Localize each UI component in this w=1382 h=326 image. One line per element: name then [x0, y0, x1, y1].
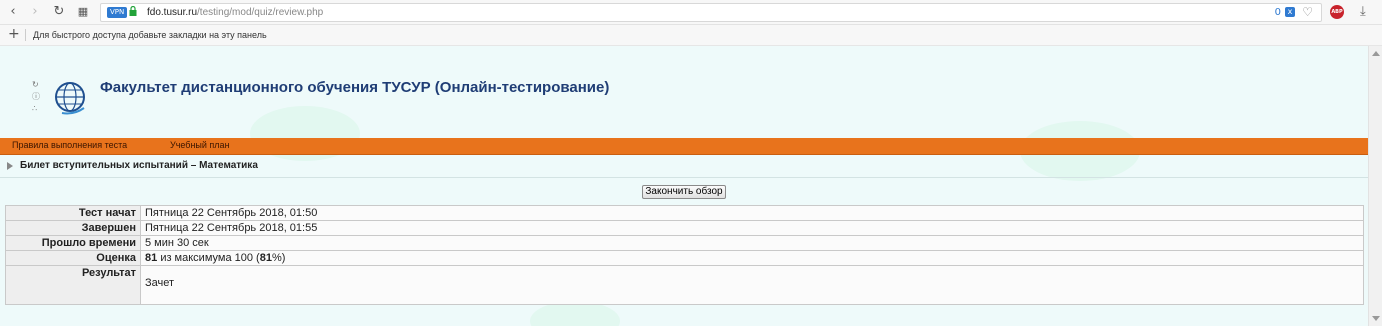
site-title: Факультет дистанционного обучения ТУСУР … — [100, 79, 610, 96]
row-label: Завершен — [5, 220, 141, 236]
scroll-up-icon[interactable] — [1372, 51, 1380, 56]
breadcrumb: Билет вступительных испытаний – Математи… — [0, 155, 1368, 178]
menu-item-curriculum[interactable]: Учебный план — [170, 138, 230, 153]
browser-toolbar: ‹ › ↻ ▦ VPN fdo.tusur.ru/testing/mod/qui… — [0, 0, 1382, 25]
grade-value: 81 из максимума 100 (81%) — [140, 250, 1364, 266]
vpn-badge[interactable]: VPN — [107, 7, 128, 18]
grade-mid-text: из максимума 100 ( — [160, 252, 260, 264]
reload-icon[interactable]: ↻ — [50, 3, 68, 21]
arrow-right-icon[interactable] — [7, 162, 13, 170]
lock-icon — [129, 6, 137, 16]
grade-score: 81 — [145, 252, 158, 264]
back-icon[interactable]: ‹ — [4, 3, 22, 21]
menu-bar: Правила выполнения теста Учебный план — [0, 138, 1368, 155]
row-value: Пятница 22 Сентябрь 2018, 01:50 — [140, 205, 1364, 221]
grid-icon[interactable]: ▦ — [74, 3, 92, 21]
add-bookmark-icon[interactable]: + — [8, 25, 20, 44]
refresh-small-icon[interactable]: ↻ — [32, 79, 40, 91]
attempt-summary-table: Тест начат Пятница 22 Сентябрь 2018, 01:… — [5, 205, 1364, 305]
blocked-count: 0 — [1274, 7, 1281, 18]
info-small-icon[interactable]: ⓘ — [32, 91, 40, 103]
row-label: Прошло времени — [5, 235, 141, 251]
heart-icon[interactable]: ♡ — [1302, 4, 1313, 20]
scroll-down-icon[interactable] — [1372, 316, 1380, 321]
row-value: Пятница 22 Сентябрь 2018, 01:55 — [140, 220, 1364, 236]
forward-icon[interactable]: › — [26, 3, 44, 21]
table-row: Тест начат Пятница 22 Сентябрь 2018, 01:… — [5, 205, 1364, 221]
table-row: Результат Зачет — [5, 265, 1364, 305]
address-bar[interactable]: VPN fdo.tusur.ru/testing/mod/quiz/review… — [100, 3, 1322, 22]
bookmarks-hint: Для быстрого доступа добавьте закладки н… — [33, 30, 267, 40]
adblock-icon[interactable]: ABP — [1330, 5, 1344, 19]
logo-globe-icon — [55, 82, 85, 115]
url-text[interactable]: fdo.tusur.ru/testing/mod/quiz/review.php — [147, 5, 323, 20]
result-cell: Зачет — [140, 265, 1364, 305]
row-value: 5 мин 30 сек — [140, 235, 1364, 251]
download-icon[interactable]: ⤓ — [1360, 3, 1366, 21]
page-content: ↻ ⓘ ∴ Факультет дистанционного обучения … — [0, 46, 1368, 326]
bookmarks-bar: + Для быстрого доступа добавьте закладки… — [0, 25, 1382, 46]
side-icons: ↻ ⓘ ∴ — [32, 79, 40, 115]
blocker-icon[interactable]: x — [1285, 7, 1295, 17]
divider — [25, 29, 26, 41]
table-row: Завершен Пятница 22 Сентябрь 2018, 01:55 — [5, 220, 1364, 236]
grade-label: Оценка — [5, 250, 141, 266]
finish-review-button[interactable]: Закончить обзор — [642, 185, 726, 199]
row-label: Тест начат — [5, 205, 141, 221]
result-label: Результат — [5, 265, 141, 305]
result-value: Зачет — [145, 277, 175, 289]
table-row: Прошло времени 5 мин 30 сек — [5, 235, 1364, 251]
breadcrumb-label[interactable]: Билет вступительных испытаний – Математи… — [20, 155, 258, 177]
menu-item-rules[interactable]: Правила выполнения теста — [12, 138, 127, 153]
site-header: ↻ ⓘ ∴ Факультет дистанционного обучения … — [0, 46, 1368, 138]
grade-end-text: %) — [271, 252, 286, 264]
network-small-icon[interactable]: ∴ — [32, 103, 40, 115]
grade-percent: 81 — [259, 252, 272, 264]
table-row: Оценка 81 из максимума 100 (81%) — [5, 250, 1364, 266]
scrollbar[interactable] — [1368, 46, 1382, 326]
